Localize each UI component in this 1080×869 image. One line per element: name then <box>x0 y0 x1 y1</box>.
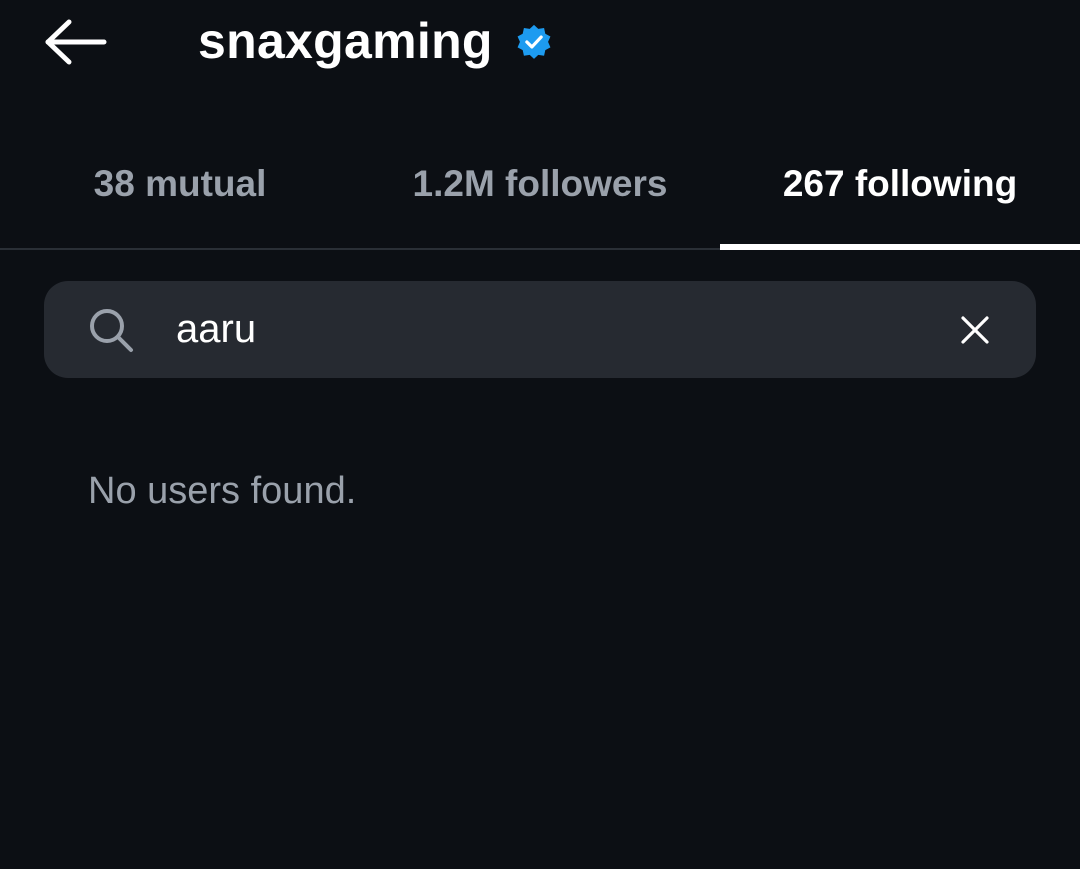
tab-label: 267 following <box>782 163 1018 204</box>
clear-search-button[interactable] <box>948 303 1002 357</box>
search-bar[interactable] <box>44 281 1036 378</box>
title-group: snaxgaming <box>198 8 553 74</box>
back-button[interactable] <box>30 10 122 74</box>
tab-followers[interactable]: 1.2M followers <box>360 120 720 248</box>
tab-following[interactable]: 267 following <box>720 120 1080 250</box>
tab-mutual[interactable]: 38 mutual <box>0 120 360 248</box>
tab-label: 38 mutual <box>93 163 267 204</box>
verified-badge-icon <box>517 24 551 59</box>
arrow-left-icon <box>45 19 107 65</box>
search-input[interactable] <box>176 295 916 363</box>
close-icon <box>961 316 989 344</box>
header: snaxgaming <box>0 0 1080 90</box>
following-screen: snaxgaming 38 mutual 1.2M followers 267 … <box>0 0 1080 869</box>
empty-results-message: No users found. <box>88 470 357 512</box>
tab-label: 1.2M followers <box>412 163 668 204</box>
page-title: snaxgaming <box>198 13 493 69</box>
search-icon <box>90 309 133 352</box>
tab-bar: 38 mutual 1.2M followers 267 following <box>0 120 1080 250</box>
active-tab-indicator <box>720 244 1080 250</box>
